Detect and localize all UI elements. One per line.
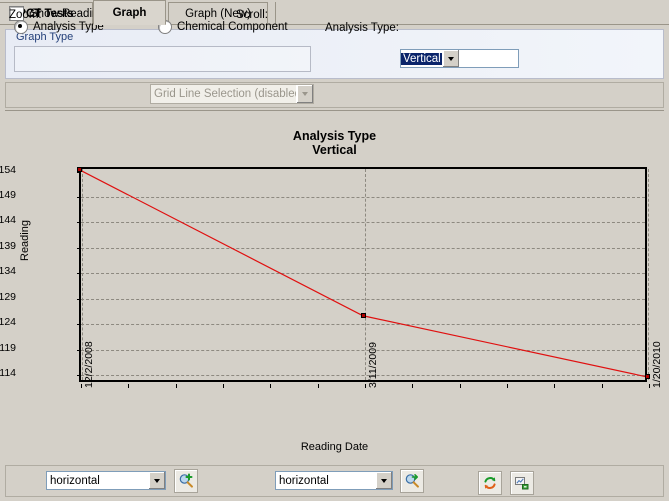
graph-view: PCT Tests Graph Graph (New) Graph Type A… xyxy=(0,0,669,501)
x-axis-tick-label: 3/11/2009 xyxy=(367,342,379,388)
chevron-down-icon[interactable] xyxy=(441,50,459,67)
x-axis-title: Reading Date xyxy=(300,441,369,453)
tab-graph[interactable]: Graph xyxy=(93,0,166,25)
zoom-mode-dropdown[interactable]: horizontal xyxy=(46,471,166,490)
scroll-mode-dropdown[interactable]: horizontal xyxy=(275,471,393,490)
x-axis-tick-mark xyxy=(317,384,319,388)
zoom-mode-value: horizontal xyxy=(50,474,100,487)
y-axis-tick-label: 0.134 xyxy=(0,265,16,278)
x-axis-tick-mark xyxy=(601,384,603,388)
x-axis-tick-mark xyxy=(128,384,130,388)
y-axis-tick-label: 0.114 xyxy=(0,367,16,380)
data-point-marker[interactable] xyxy=(644,374,650,380)
graph-type-panel: Graph Type xyxy=(5,29,664,79)
analysis-type-label: Analysis Type: xyxy=(325,22,399,34)
line-path xyxy=(78,169,648,378)
x-axis-tick-mark xyxy=(412,384,414,388)
analysis-type-dropdown[interactable]: Vertical xyxy=(400,49,519,68)
zoom-label: Zoom: xyxy=(9,9,42,21)
y-axis-title: Reading xyxy=(19,220,31,261)
y-axis-tick-label: 0.154 xyxy=(0,163,16,176)
zoom-apply-button[interactable] xyxy=(174,469,198,493)
chevron-down-icon xyxy=(296,85,313,103)
export-chart-button[interactable] xyxy=(510,471,534,495)
magnifier-arrow-icon xyxy=(405,474,419,488)
x-axis-tick-mark xyxy=(223,384,224,388)
analysis-type-value: Vertical xyxy=(401,52,442,65)
data-series xyxy=(76,167,650,382)
tab-label: Graph xyxy=(112,6,147,19)
data-point-marker[interactable] xyxy=(360,313,366,319)
y-axis-tick-label: 0.129 xyxy=(0,290,16,303)
radio-dot-icon xyxy=(14,20,28,34)
data-point-marker[interactable] xyxy=(76,167,82,173)
x-axis-tick-mark xyxy=(507,384,508,388)
radio-analysis-type[interactable]: Analysis Type xyxy=(14,20,104,34)
y-axis-tick-label: 0.124 xyxy=(0,316,16,329)
x-axis-tick-mark xyxy=(554,384,556,388)
reset-view-button[interactable] xyxy=(478,471,502,495)
scroll-label: Scroll: xyxy=(236,9,268,21)
y-axis-tick-label: 0.139 xyxy=(0,239,16,252)
x-axis-tick-mark xyxy=(365,384,366,388)
chevron-down-icon[interactable] xyxy=(375,472,392,489)
x-axis-tick-mark xyxy=(649,384,650,388)
chart-title: Analysis Type Vertical xyxy=(5,129,664,157)
chart-title-line2: Vertical xyxy=(312,143,357,157)
x-axis-tick-mark xyxy=(459,384,461,388)
scroll-mode-value: horizontal xyxy=(279,474,329,487)
grid-line-selection-value: Grid Line Selection (disabled) xyxy=(154,88,296,100)
y-axis-tick-label: 0.119 xyxy=(0,341,16,354)
chevron-down-icon[interactable] xyxy=(148,472,165,489)
chart-title-line1: Analysis Type xyxy=(292,129,377,143)
x-axis-tick-label: 1/20/2010 xyxy=(651,341,663,388)
chart-export-icon xyxy=(515,477,529,490)
x-axis-tick-mark xyxy=(175,384,177,388)
grid-line-selection-dropdown: Grid Line Selection (disabled) xyxy=(150,84,314,104)
graph-type-group-box xyxy=(14,46,311,72)
radio-chemical-component[interactable]: Chemical Component xyxy=(158,20,288,34)
y-axis-tick-label: 0.144 xyxy=(0,214,16,227)
x-axis-tick-mark xyxy=(81,384,82,388)
x-axis-tick-label: 12/2/2008 xyxy=(83,341,95,388)
grid-line-vertical xyxy=(648,169,649,380)
x-axis-tick-mark xyxy=(270,384,272,388)
refresh-arrows-icon xyxy=(484,477,496,489)
magnifier-plus-icon xyxy=(179,473,193,488)
chart-panel: Analysis Type Vertical Reading Reading D… xyxy=(0,110,664,462)
radio-label: Chemical Component xyxy=(177,21,288,33)
display-options-bar xyxy=(5,82,664,108)
y-axis-tick-label: 0.149 xyxy=(0,189,16,202)
scroll-apply-button[interactable] xyxy=(400,469,424,493)
